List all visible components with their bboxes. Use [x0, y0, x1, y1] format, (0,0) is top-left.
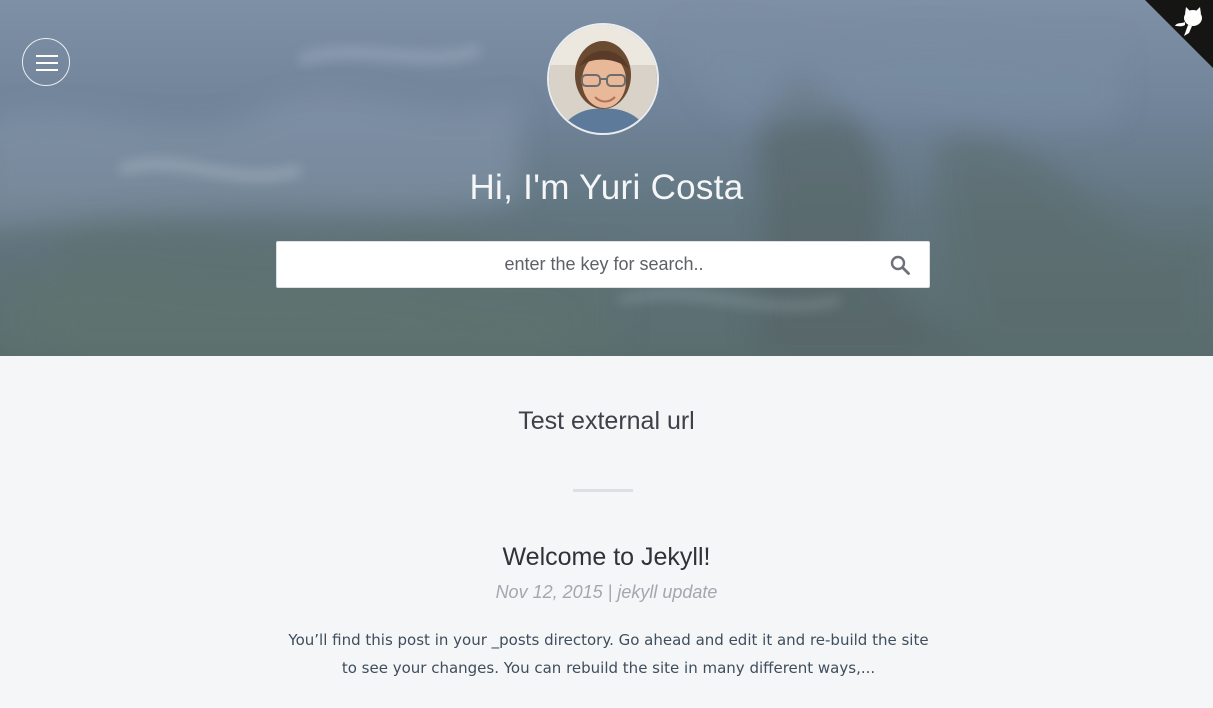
- site-title: Hi, I'm Yuri Costa: [469, 168, 744, 207]
- post-title-link[interactable]: Welcome to Jekyll!: [0, 543, 1213, 572]
- menu-toggle-button[interactable]: [22, 38, 70, 86]
- search-icon[interactable]: [888, 253, 912, 277]
- search-box: [276, 241, 931, 288]
- post-date: Nov 12, 2015: [495, 582, 603, 602]
- hamburger-menu-icon-bar: [36, 69, 58, 71]
- post-meta-separator: |: [607, 582, 613, 602]
- github-corner-link[interactable]: [1145, 0, 1213, 68]
- hero-header: Hi, I'm Yuri Costa: [0, 0, 1213, 356]
- search-input[interactable]: [277, 242, 931, 287]
- post-excerpt: You’ll find this post in your _posts dir…: [288, 631, 929, 677]
- post-meta: Nov 12, 2015 | jekyll update: [0, 582, 1213, 603]
- hamburger-menu-icon: [36, 55, 58, 57]
- hamburger-menu-icon-bar: [36, 62, 58, 64]
- section-divider: [573, 489, 633, 492]
- profile-photo: [549, 25, 657, 133]
- post-category[interactable]: jekyll update: [617, 582, 717, 602]
- avatar[interactable]: [547, 23, 659, 135]
- section-title: Test external url: [518, 407, 695, 435]
